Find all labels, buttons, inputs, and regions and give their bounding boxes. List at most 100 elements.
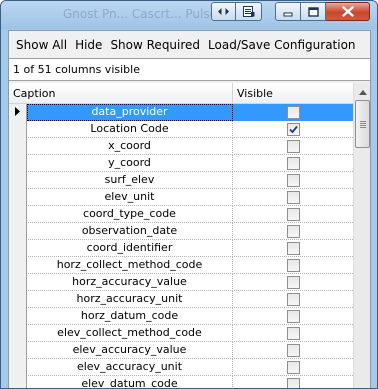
table-row[interactable]: horz_collect_method_code xyxy=(9,257,353,274)
visible-checkbox[interactable] xyxy=(286,208,300,221)
table-row[interactable]: Location Code xyxy=(9,121,353,138)
menu-show-required[interactable]: Show Required xyxy=(106,38,204,52)
caption-cell[interactable]: data_provider xyxy=(27,104,233,121)
row-header[interactable] xyxy=(9,189,27,206)
caption-cell[interactable]: elev_datum_code xyxy=(27,376,233,388)
table-row[interactable]: elev_accuracy_unit xyxy=(9,359,353,376)
visible-checkbox[interactable] xyxy=(286,276,300,289)
table-row[interactable]: data_provider xyxy=(9,104,353,121)
caption-cell[interactable]: coord_identifier xyxy=(27,240,233,257)
visible-checkbox[interactable] xyxy=(286,344,300,357)
visible-checkbox[interactable] xyxy=(286,123,300,136)
row-header[interactable] xyxy=(9,291,27,308)
caption-cell[interactable]: x_coord xyxy=(27,138,233,155)
visible-checkbox[interactable] xyxy=(286,140,300,153)
resize-icon xyxy=(217,7,230,16)
resize-button[interactable] xyxy=(211,2,236,21)
row-header[interactable] xyxy=(9,274,27,291)
caption-cell[interactable]: horz_accuracy_unit xyxy=(27,291,233,308)
caption-cell[interactable]: elev_accuracy_value xyxy=(27,342,233,359)
menu-load-save-configuration[interactable]: Load/Save Configuration xyxy=(204,38,359,52)
table-row[interactable]: horz_accuracy_value xyxy=(9,274,353,291)
table-row[interactable]: x_coord xyxy=(9,138,353,155)
visible-columns-status: 1 of 51 columns visible xyxy=(9,58,370,81)
table-row[interactable]: horz_datum_code xyxy=(9,308,353,325)
row-header[interactable] xyxy=(9,240,27,257)
table-row[interactable]: observation_date xyxy=(9,223,353,240)
table-row[interactable]: horz_accuracy_unit xyxy=(9,291,353,308)
visible-cell xyxy=(233,189,353,206)
visible-checkbox[interactable] xyxy=(286,157,300,170)
grid-header: Caption Visible xyxy=(9,83,353,104)
visible-checkbox[interactable] xyxy=(286,106,300,119)
grid-rows: data_provider Location Code x_coord y_coord… xyxy=(9,104,353,388)
minimize-button[interactable] xyxy=(275,2,301,21)
visible-checkbox[interactable] xyxy=(286,225,300,238)
maximize-icon xyxy=(307,6,319,17)
minimize-icon xyxy=(283,7,293,17)
visible-checkbox[interactable] xyxy=(286,242,300,255)
scroll-up-icon xyxy=(358,85,367,98)
table-row[interactable]: elev_datum_code xyxy=(9,376,353,388)
visible-checkbox[interactable] xyxy=(286,310,300,323)
row-header[interactable] xyxy=(9,223,27,240)
row-header[interactable] xyxy=(9,257,27,274)
row-header[interactable] xyxy=(9,376,27,388)
caption-cell[interactable]: Location Code xyxy=(27,121,233,138)
caption-cell[interactable]: horz_datum_code xyxy=(27,308,233,325)
system-menu-icon xyxy=(242,6,255,17)
caption-cell[interactable]: elev_collect_method_code xyxy=(27,325,233,342)
visible-checkbox[interactable] xyxy=(286,378,300,388)
row-header[interactable] xyxy=(9,308,27,325)
caption-column-header[interactable]: Caption xyxy=(9,83,233,104)
thumb-grip-line xyxy=(360,127,366,128)
visible-cell xyxy=(233,359,353,376)
maximize-button[interactable] xyxy=(301,2,326,21)
row-header[interactable] xyxy=(9,342,27,359)
scroll-up-button[interactable] xyxy=(354,83,371,100)
table-row[interactable]: surf_elev xyxy=(9,172,353,189)
table-row[interactable]: coord_identifier xyxy=(9,240,353,257)
thumb-grip-line xyxy=(360,125,366,126)
caption-cell[interactable]: horz_accuracy_value xyxy=(27,274,233,291)
row-header[interactable] xyxy=(9,325,27,342)
caption-cell[interactable]: observation_date xyxy=(27,223,233,240)
visible-cell xyxy=(233,206,353,223)
visible-checkbox[interactable] xyxy=(286,293,300,306)
table-row[interactable]: coord_type_code xyxy=(9,206,353,223)
menu-show-all[interactable]: Show All xyxy=(12,38,71,52)
menu-bar: Show All Hide Show Required Load/Save Co… xyxy=(9,31,370,58)
table-row[interactable]: elev_unit xyxy=(9,189,353,206)
caption-cell[interactable]: elev_accuracy_unit xyxy=(27,359,233,376)
visible-checkbox[interactable] xyxy=(286,191,300,204)
visible-checkbox[interactable] xyxy=(286,174,300,187)
visible-cell xyxy=(233,104,353,121)
menu-hide[interactable]: Hide xyxy=(71,38,106,52)
visible-cell xyxy=(233,342,353,359)
row-header[interactable] xyxy=(9,172,27,189)
visible-checkbox[interactable] xyxy=(286,361,300,374)
table-row[interactable]: elev_collect_method_code xyxy=(9,325,353,342)
title-bar[interactable]: Gnost Pn... Cascrt... Pulse xyxy=(1,1,377,29)
caption-cell[interactable]: horz_collect_method_code xyxy=(27,257,233,274)
system-menu-button[interactable] xyxy=(236,2,262,21)
visible-column-header[interactable]: Visible xyxy=(233,83,353,104)
caption-cell[interactable]: coord_type_code xyxy=(27,206,233,223)
row-header[interactable] xyxy=(9,359,27,376)
window-title-ghost: Gnost Pn... Cascrt... Pulse xyxy=(63,7,217,21)
row-header[interactable] xyxy=(9,155,27,172)
caption-cell[interactable]: surf_elev xyxy=(27,172,233,189)
visible-checkbox[interactable] xyxy=(286,327,300,340)
caption-cell[interactable]: y_coord xyxy=(27,155,233,172)
row-header[interactable] xyxy=(9,206,27,223)
row-header[interactable] xyxy=(9,138,27,155)
close-button[interactable] xyxy=(326,2,370,21)
row-header[interactable] xyxy=(9,104,27,121)
table-row[interactable]: y_coord xyxy=(9,155,353,172)
row-header[interactable] xyxy=(9,121,27,138)
visible-checkbox[interactable] xyxy=(286,259,300,272)
scroll-thumb[interactable] xyxy=(355,100,370,148)
vertical-scrollbar[interactable] xyxy=(353,83,371,388)
caption-cell[interactable]: elev_unit xyxy=(27,189,233,206)
table-row[interactable]: elev_accuracy_value xyxy=(9,342,353,359)
